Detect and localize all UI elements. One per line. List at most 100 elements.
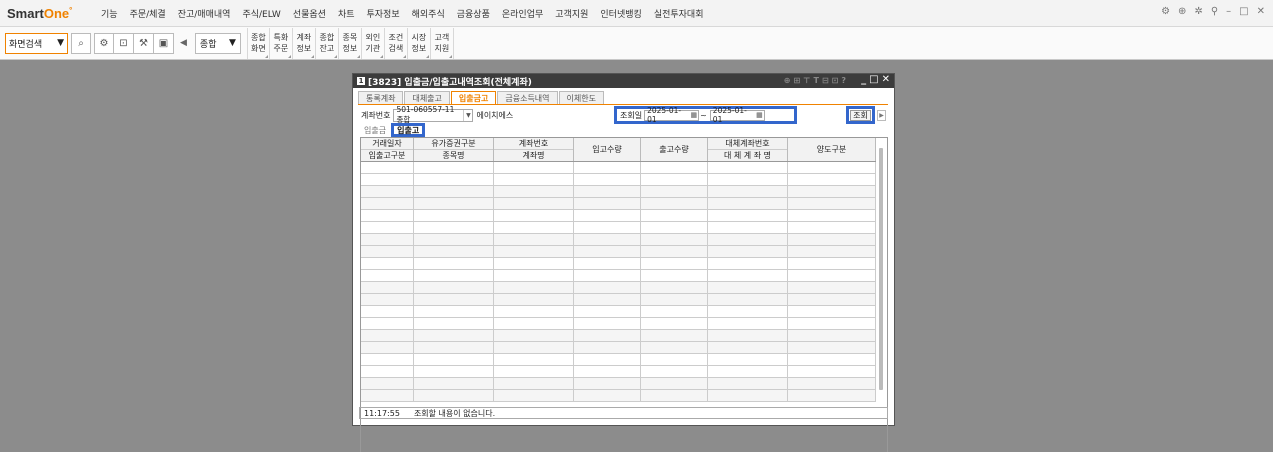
quick-button[interactable]: 종합 잔고 (316, 27, 339, 59)
menu-item[interactable]: 차트 (332, 7, 361, 20)
add-screen-icon[interactable]: ⊡ (114, 32, 134, 54)
menu-item[interactable]: 금융상품 (451, 7, 496, 20)
maximize-icon[interactable]: □ (869, 74, 878, 85)
settings-icon[interactable]: ✲ (1194, 6, 1202, 17)
link-icon[interactable]: ⊕ (784, 76, 791, 85)
search-button[interactable]: 조회 (850, 109, 871, 121)
close-icon[interactable]: ✕ (1257, 6, 1265, 17)
menu-item[interactable]: 기능 (95, 7, 124, 20)
date-to-input[interactable]: 2025-01-01 ▦ (709, 106, 765, 124)
subtab-0[interactable]: 입출금 (361, 125, 389, 136)
dialog-title: [3823] 입출금/입출고내역조회(전체계좌) (368, 77, 532, 88)
minimize-icon[interactable]: – (1226, 6, 1231, 17)
column-header[interactable]: 입고수량 (574, 138, 641, 161)
table-row[interactable] (361, 294, 876, 306)
table-row[interactable] (361, 210, 876, 222)
table-row[interactable] (361, 306, 876, 318)
maximize-icon[interactable]: □ (1239, 6, 1248, 17)
calendar-icon[interactable]: ▦ (690, 111, 698, 119)
settings-icon[interactable]: ⊡ (832, 76, 839, 85)
export-icon[interactable]: ⊟ (822, 76, 829, 85)
quick-button[interactable]: 종목 정보 (339, 27, 362, 59)
quick-button[interactable]: 특화 주문 (270, 27, 293, 59)
menu-item[interactable]: 해외주식 (406, 7, 451, 20)
table-cell (361, 246, 414, 257)
menu-item[interactable]: 선물옵션 (287, 7, 332, 20)
quick-button[interactable]: 시장 정보 (408, 27, 431, 59)
minimize-icon[interactable]: _ (861, 74, 866, 85)
next-page-icon[interactable]: ▶ (877, 110, 886, 121)
column-header[interactable]: 대체계좌번호 대 체 계 좌 명 (708, 138, 788, 161)
table-cell (641, 306, 708, 317)
table-row[interactable] (361, 222, 876, 234)
menu-item[interactable]: 온라인업무 (496, 7, 549, 20)
column-header[interactable]: 양도구분 (788, 138, 876, 161)
quick-button[interactable]: 고객 지원 (431, 27, 454, 59)
chevron-down-icon[interactable]: ▼ (57, 38, 64, 48)
category-combo[interactable]: 종합 ▼ (194, 32, 241, 54)
table-cell (574, 318, 641, 329)
text-icon[interactable]: T (813, 76, 818, 85)
date-from-input[interactable]: 2025-01-01 ▦ (644, 106, 700, 124)
column-header[interactable]: 유가증권구분 종목명 (414, 138, 494, 161)
tab-3[interactable]: 금융소득내역 (497, 91, 558, 104)
close-icon[interactable]: ✕ (882, 74, 890, 85)
tab-0[interactable]: 통록계좌 (358, 91, 404, 104)
pin-icon[interactable]: ⚲ (1211, 6, 1218, 17)
table-cell (361, 354, 414, 365)
hammer-icon[interactable]: ⚒ (134, 32, 154, 54)
vertical-scrollbar[interactable] (879, 148, 883, 390)
screen-search-input[interactable]: 화면검색 ▼ (5, 32, 68, 54)
chevron-left-icon[interactable]: ◀ (180, 38, 187, 48)
table-row[interactable] (361, 174, 876, 186)
menu-item[interactable]: 잔고/매매내역 (172, 7, 237, 20)
menu-item[interactable]: 주식/ELW (236, 7, 286, 20)
table-cell (788, 186, 876, 197)
table-row[interactable] (361, 378, 876, 390)
table-row[interactable] (361, 282, 876, 294)
chevron-down-icon[interactable]: ▼ (463, 109, 472, 121)
menu-item[interactable]: 투자정보 (361, 7, 406, 20)
pin-icon[interactable]: ⊤ (803, 76, 810, 85)
tab-1[interactable]: 대체출고 (404, 91, 450, 104)
table-row[interactable] (361, 330, 876, 342)
table-row[interactable] (361, 162, 876, 174)
help-icon[interactable]: ? (841, 76, 846, 85)
table-row[interactable] (361, 270, 876, 282)
quick-button[interactable]: 조건 검색 (385, 27, 408, 59)
table-row[interactable] (361, 234, 876, 246)
table-row[interactable] (361, 186, 876, 198)
chevron-down-icon[interactable]: ▼ (229, 38, 236, 48)
subtab-1[interactable]: 입출고 (391, 123, 426, 137)
quick-button[interactable]: 계좌 정보 (293, 27, 316, 59)
calendar-icon[interactable]: ▦ (756, 111, 764, 119)
column-header[interactable]: 계좌번호 계좌명 (494, 138, 574, 161)
table-row[interactable] (361, 246, 876, 258)
window-icon[interactable]: ▣ (154, 32, 174, 54)
account-select[interactable]: 501-060557-11 종합 ▼ (393, 105, 474, 124)
table-row[interactable] (361, 366, 876, 378)
quick-button-label: 지원 (434, 44, 450, 53)
table-row[interactable] (361, 318, 876, 330)
table-row[interactable] (361, 390, 876, 402)
table-row[interactable] (361, 342, 876, 354)
column-header[interactable]: 출고수량 (641, 138, 708, 161)
table-row[interactable] (361, 258, 876, 270)
table-row[interactable] (361, 354, 876, 366)
menu-item[interactable]: 실전투자대회 (648, 7, 710, 20)
gear-icon[interactable]: ⚙ (94, 32, 114, 54)
search-icon[interactable]: ⌕ (71, 32, 91, 54)
menu-item[interactable]: 인터넷뱅킹 (594, 7, 647, 20)
column-header[interactable]: 거래일자 입출고구분 (361, 138, 414, 161)
table-cell (708, 222, 788, 233)
table-row[interactable] (361, 198, 876, 210)
gear-icon[interactable]: ⚙ (1161, 6, 1170, 17)
tab-2[interactable]: 입출금고 (450, 91, 497, 104)
menu-item[interactable]: 주문/체결 (124, 7, 172, 20)
tab-4[interactable]: 이체한도 (558, 91, 604, 104)
quick-button[interactable]: 종합 화면 (246, 27, 270, 59)
help-icon[interactable]: ⊕ (1178, 6, 1186, 17)
quick-button[interactable]: 외인 기관 (362, 27, 385, 59)
menu-item[interactable]: 고객지원 (549, 7, 594, 20)
print-icon[interactable]: ⊞ (793, 76, 800, 85)
